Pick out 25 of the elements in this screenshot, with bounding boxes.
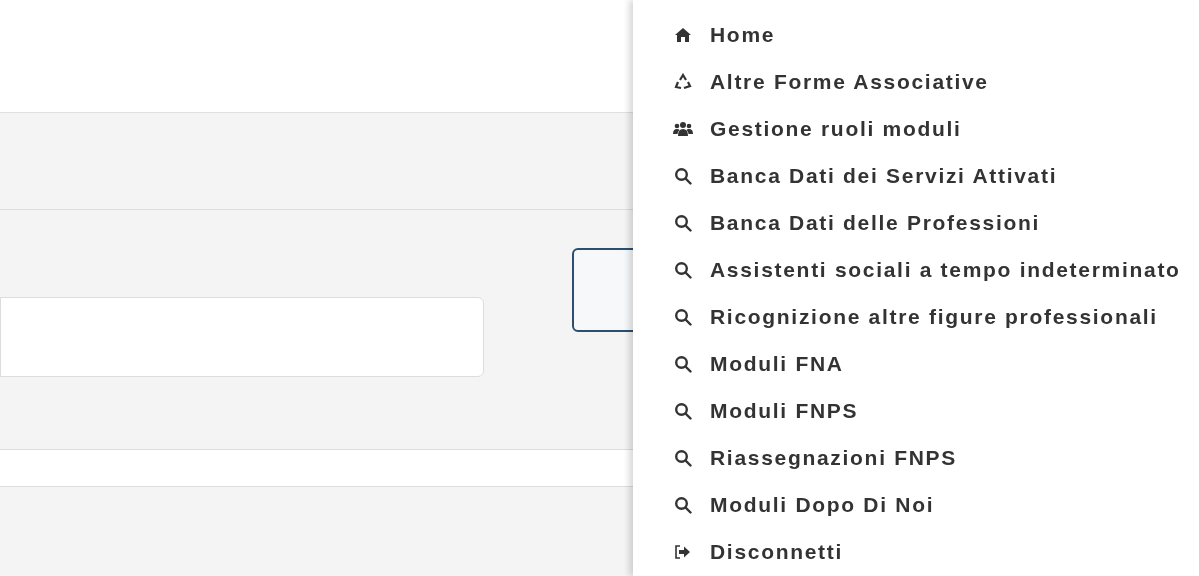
search-icon <box>674 166 692 185</box>
search-icon <box>674 213 692 232</box>
menu-item[interactable]: Home <box>673 18 776 51</box>
logout-icon <box>674 543 692 560</box>
menu-item[interactable]: Ricognizione altre figure professionali <box>673 300 1158 333</box>
home-icon <box>674 26 692 43</box>
menu-item[interactable]: Assistenti sociali a tempo indeterminato <box>673 253 1181 286</box>
search-icon <box>674 354 692 373</box>
menu-item[interactable]: Gestione ruoli moduli <box>673 112 962 145</box>
search-icon <box>674 448 692 467</box>
input-field[interactable] <box>0 297 484 377</box>
search-icon <box>674 495 692 514</box>
menu-item[interactable]: Altre Forme Associative <box>673 65 989 98</box>
menu-item[interactable]: Moduli Dopo Di Noi <box>673 488 935 521</box>
menu-item[interactable]: Banca Dati delle Professioni <box>673 206 1041 239</box>
search-icon <box>674 307 692 326</box>
menu-item[interactable]: Moduli FNPS <box>673 394 859 427</box>
menu-item[interactable]: Moduli FNA <box>673 347 844 380</box>
menu-item[interactable]: Banca Dati dei Servizi Attivati <box>673 159 1058 192</box>
recycle-icon <box>674 72 692 91</box>
search-icon <box>674 260 692 279</box>
menu-item[interactable]: Disconnetti <box>673 535 844 568</box>
menu-item[interactable]: Riassegnazioni FNPS <box>673 441 958 474</box>
search-icon <box>674 401 692 420</box>
users-icon <box>673 120 693 137</box>
